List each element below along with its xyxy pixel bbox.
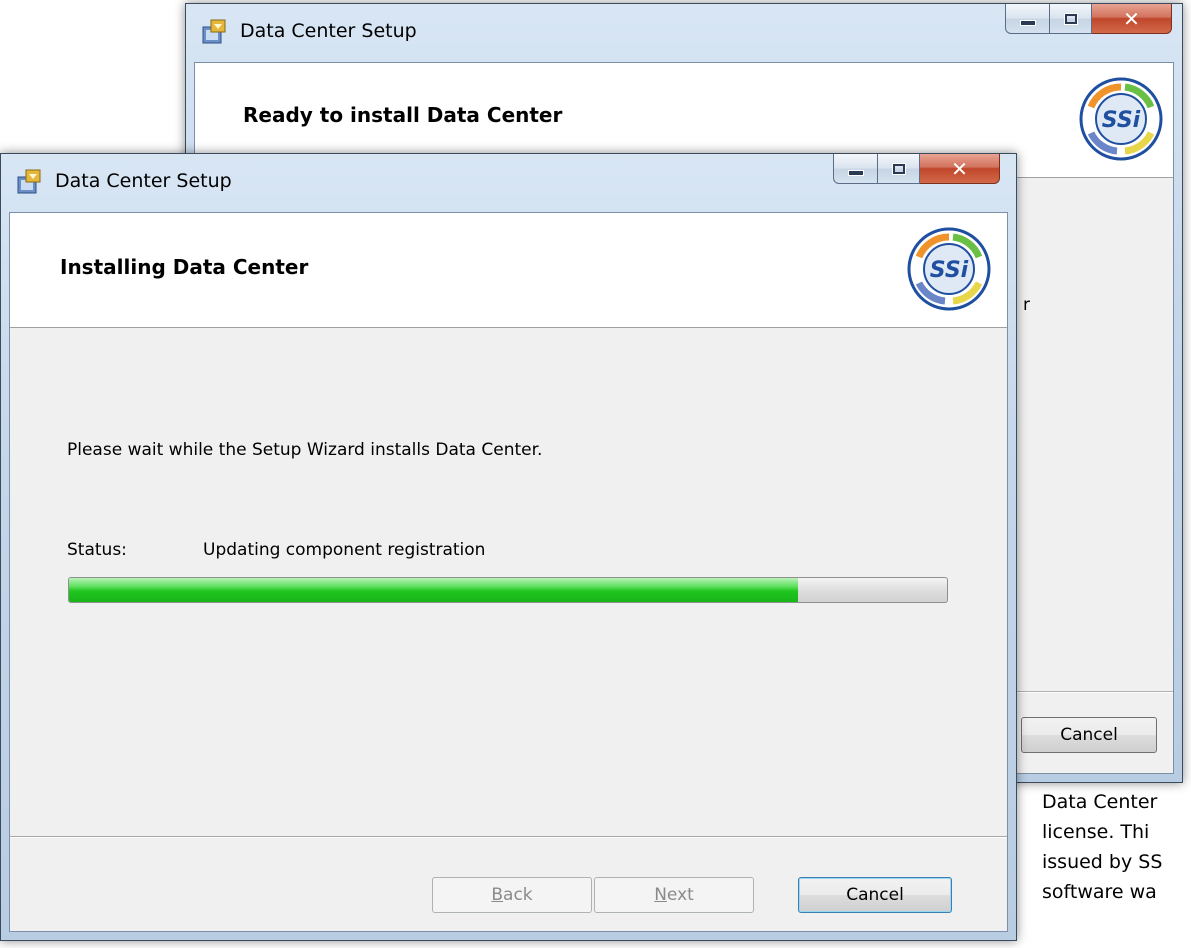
window-title: Data Center Setup <box>240 20 417 42</box>
license-line: license. Thi <box>1042 821 1150 843</box>
front-banner: Installing Data Center SSi <box>10 213 1007 328</box>
divider <box>10 836 1007 838</box>
back-button[interactable]: Back <box>432 877 592 913</box>
license-line: issued by SS <box>1042 851 1163 873</box>
license-line: software wa <box>1042 881 1157 903</box>
back-cancel-button[interactable]: Cancel <box>1021 717 1157 753</box>
cancel-button[interactable]: Cancel <box>798 877 952 913</box>
mnemonic: N <box>654 885 667 905</box>
banner-title: Installing Data Center <box>60 255 309 279</box>
ssi-logo: SSi <box>907 227 991 311</box>
license-line: Data Center <box>1042 791 1158 813</box>
status-text: Updating component registration <box>203 540 486 560</box>
ssi-logo: SSi <box>1079 77 1163 161</box>
window-title: Data Center Setup <box>55 170 232 192</box>
progress-bar <box>68 577 948 603</box>
close-icon: ✕ <box>1123 6 1140 31</box>
close-icon: ✕ <box>951 156 968 181</box>
maximize-icon <box>891 162 906 175</box>
mnemonic: B <box>491 885 504 905</box>
close-button[interactable]: ✕ <box>1092 4 1172 34</box>
wait-message: Please wait while the Setup Wizard insta… <box>67 440 543 460</box>
minimize-button[interactable] <box>1005 4 1050 34</box>
banner-title: Ready to install Data Center <box>243 103 563 127</box>
svg-text:SSi: SSi <box>930 258 969 283</box>
front-title-bar[interactable]: Data Center Setup ✕ <box>1 154 1016 212</box>
minimize-icon <box>1019 19 1036 26</box>
license-text: Data Center license. Thi issued by SS so… <box>1042 787 1191 907</box>
front-setup-window[interactable]: Data Center Setup ✕ Installing Data Cent… <box>0 153 1017 941</box>
installer-icon <box>202 19 226 44</box>
minimize-icon <box>847 169 864 176</box>
status-label: Status: <box>67 540 127 560</box>
progress-fill <box>69 578 798 602</box>
front-client-area: Installing Data Center SSi Please wait w… <box>9 212 1008 932</box>
minimize-button[interactable] <box>833 154 878 184</box>
close-button[interactable]: ✕ <box>920 154 1000 184</box>
next-button[interactable]: Next <box>594 877 754 913</box>
installer-icon <box>17 169 41 194</box>
maximize-icon <box>1063 12 1078 25</box>
svg-text:SSi: SSi <box>1102 108 1141 133</box>
partial-text: r <box>1023 295 1030 315</box>
maximize-button[interactable] <box>1050 4 1092 34</box>
maximize-button[interactable] <box>878 154 920 184</box>
back-title-bar[interactable]: Data Center Setup ✕ <box>186 4 1182 62</box>
